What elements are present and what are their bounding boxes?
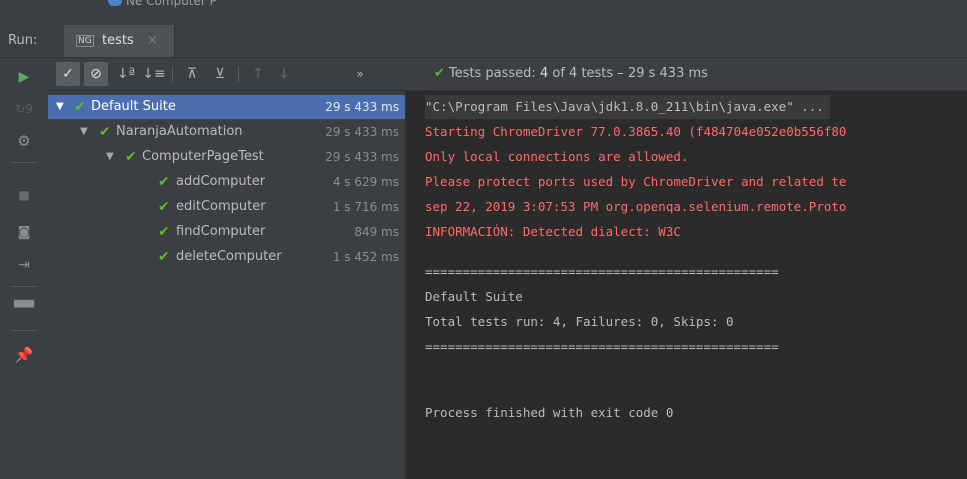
console-line-command: "C:\Program Files\Java\jdk1.8.0_211\bin\… [425, 95, 830, 119]
run-sidebar: ▶ ↻9 ⚙ ■ ◙ ⇥ ▀▀ 📌 [0, 58, 49, 479]
partial-tab-title: Ne Computer P [126, 0, 217, 8]
passed-check-icon: ✔ [158, 249, 170, 265]
expand-all-icon[interactable]: ⊼ [180, 62, 204, 86]
console-line: Total tests run: 4, Failures: 0, Skips: … [425, 314, 734, 329]
rerun-failed-icon[interactable]: ↻9 [10, 98, 38, 120]
tab-tests[interactable]: NG tests × [64, 25, 175, 57]
passed-check-icon: ✔ [99, 124, 111, 140]
sidebar-separator [10, 162, 38, 163]
show-ignored-icon[interactable]: ⊘ [84, 62, 108, 86]
stop-icon[interactable]: ■ [10, 184, 38, 206]
tree-row-naranja-automation[interactable]: ▼ ✔ NaranjaAutomation 29 s 433 ms [48, 120, 405, 144]
passed-check-icon: ✔ [158, 174, 170, 190]
show-passed-icon[interactable]: ✓ [56, 62, 80, 86]
tree-row-label: editComputer [176, 199, 266, 214]
sort-alpha-icon[interactable]: ↓ª [114, 62, 138, 86]
console-line-separator: ========================================… [425, 264, 779, 279]
console-output[interactable]: "C:\Program Files\Java\jdk1.8.0_211\bin\… [406, 91, 967, 479]
status-prefix: Tests passed: [448, 66, 536, 81]
tree-row-duration: 1 s 452 ms [332, 250, 399, 264]
tree-row-default-suite[interactable]: ▼ ✔ Default Suite 29 s 433 ms [48, 95, 405, 119]
test-results-tree: ▼ ✔ Default Suite 29 s 433 ms ▼ ✔ Naranj… [48, 91, 405, 479]
layout-icon[interactable]: ▀▀ [10, 298, 38, 320]
debug-icon[interactable]: ⚙ [10, 130, 38, 152]
status-count: 4 [539, 66, 549, 81]
play-icon[interactable]: ▶ [10, 66, 38, 88]
passed-check-icon: ✔ [158, 224, 170, 240]
prev-failed-icon[interactable]: ↑ [246, 62, 270, 86]
tree-row-label: addComputer [176, 174, 266, 189]
project-icon [108, 0, 122, 6]
expand-arrow-icon[interactable]: ▼ [80, 120, 88, 144]
window-top-strip: Ne Computer P [0, 0, 967, 25]
tree-row-label: findComputer [176, 224, 266, 239]
passed-check-icon: ✔ [434, 66, 445, 81]
console-line-exit: Process finished with exit code 0 [425, 405, 674, 420]
sidebar-separator [10, 330, 38, 331]
passed-check-icon: ✔ [125, 149, 137, 165]
more-actions-icon[interactable]: » [348, 62, 372, 86]
collapse-all-icon[interactable]: ⊻ [208, 62, 232, 86]
console-line: Default Suite [425, 289, 523, 304]
tree-row-label: Default Suite [91, 99, 176, 114]
status-rest: of 4 tests – 29 s 433 ms [552, 66, 708, 81]
console-line: Please protect ports used by ChromeDrive… [425, 174, 847, 189]
console-line: INFORMACIÓN: Detected dialect: W3C [425, 224, 681, 239]
test-toolbar: ✓ ⊘ ↓ª ↓≡ ⊼ ⊻ ↑ ↓ » ✔ Tests passed: 4 of … [48, 58, 967, 91]
sort-duration-icon[interactable]: ↓≡ [142, 62, 166, 86]
next-failed-icon[interactable]: ↓ [272, 62, 296, 86]
expand-arrow-icon[interactable]: ▼ [56, 95, 64, 119]
pin-icon[interactable]: 📌 [10, 344, 38, 366]
sidebar-separator [10, 286, 38, 287]
tree-row-duration: 849 ms [354, 225, 399, 239]
tree-row-duration: 29 s 433 ms [325, 125, 399, 139]
tree-row-delete-computer[interactable]: ✔ deleteComputer 1 s 452 ms [48, 245, 405, 269]
toolbar-separator [238, 66, 239, 82]
toolbar-separator [172, 66, 173, 82]
tree-row-duration: 1 s 716 ms [332, 200, 399, 214]
console-line: sep 22, 2019 3:07:53 PM org.openqa.selen… [425, 199, 847, 214]
passed-check-icon: ✔ [158, 199, 170, 215]
tree-row-duration: 4 s 629 ms [332, 175, 399, 189]
tree-row-add-computer[interactable]: ✔ addComputer 4 s 629 ms [48, 170, 405, 194]
tree-row-edit-computer[interactable]: ✔ editComputer 1 s 716 ms [48, 195, 405, 219]
exit-icon[interactable]: ⇥ [10, 254, 38, 276]
console-line: Only local connections are allowed. [425, 149, 689, 164]
close-icon[interactable]: × [147, 33, 158, 48]
camera-icon[interactable]: ◙ [10, 222, 38, 244]
tree-row-label: ComputerPageTest [142, 149, 264, 164]
tree-row-label: NaranjaAutomation [116, 124, 243, 139]
tree-row-label: deleteComputer [176, 249, 282, 264]
tab-label: tests [102, 33, 134, 48]
run-label: Run: [8, 33, 38, 48]
tree-row-find-computer[interactable]: ✔ findComputer 849 ms [48, 220, 405, 244]
run-tool-window-header: Run: NG tests × [0, 25, 967, 58]
tree-row-duration: 29 s 433 ms [325, 150, 399, 164]
tree-row-duration: 29 s 433 ms [325, 100, 399, 114]
expand-arrow-icon[interactable]: ▼ [106, 145, 114, 169]
testng-icon: NG [76, 35, 94, 47]
console-line-separator: ========================================… [425, 339, 779, 354]
tree-row-computer-page-test[interactable]: ▼ ✔ ComputerPageTest 29 s 433 ms [48, 145, 405, 169]
passed-check-icon: ✔ [74, 99, 86, 115]
console-line: Starting ChromeDriver 77.0.3865.40 (f484… [425, 124, 847, 139]
test-status-summary: ✔ Tests passed: 4 of 4 tests – 29 s 433 m… [434, 66, 708, 81]
